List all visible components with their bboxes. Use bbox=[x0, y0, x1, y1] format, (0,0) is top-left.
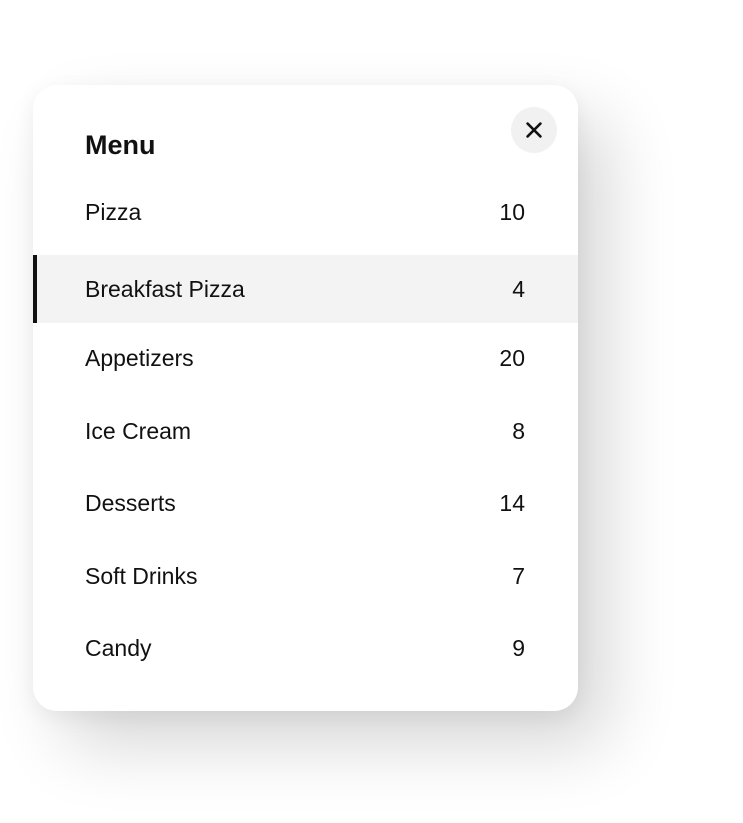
menu-item-label: Pizza bbox=[85, 199, 142, 225]
menu-item-count: 20 bbox=[499, 345, 525, 371]
menu-list: Pizza 10 Breakfast Pizza 4 Appetizers 20… bbox=[33, 85, 578, 711]
menu-item-candy[interactable]: Candy 9 bbox=[33, 622, 578, 674]
menu-item-ice-cream[interactable]: Ice Cream 8 bbox=[33, 405, 578, 457]
menu-item-count: 10 bbox=[499, 199, 525, 225]
menu-item-count: 4 bbox=[512, 276, 525, 302]
menu-item-count: 7 bbox=[512, 563, 525, 589]
menu-item-count: 8 bbox=[512, 418, 525, 444]
menu-panel: Menu Pizza 10 Breakfast Pizza 4 Appetize… bbox=[33, 85, 578, 711]
menu-item-pizza[interactable]: Pizza 10 bbox=[33, 186, 578, 238]
menu-item-soft-drinks[interactable]: Soft Drinks 7 bbox=[33, 550, 578, 602]
menu-item-count: 14 bbox=[499, 490, 525, 516]
menu-item-label: Ice Cream bbox=[85, 418, 192, 444]
menu-item-appetizers[interactable]: Appetizers 20 bbox=[33, 332, 578, 384]
menu-item-count: 9 bbox=[512, 635, 525, 661]
menu-item-label: Candy bbox=[85, 635, 152, 661]
menu-item-label: Breakfast Pizza bbox=[85, 276, 245, 302]
menu-item-breakfast-pizza[interactable]: Breakfast Pizza 4 bbox=[33, 255, 578, 323]
menu-item-label: Desserts bbox=[85, 490, 176, 516]
menu-item-label: Appetizers bbox=[85, 345, 194, 371]
menu-item-desserts[interactable]: Desserts 14 bbox=[33, 477, 578, 529]
menu-item-label: Soft Drinks bbox=[85, 563, 198, 589]
